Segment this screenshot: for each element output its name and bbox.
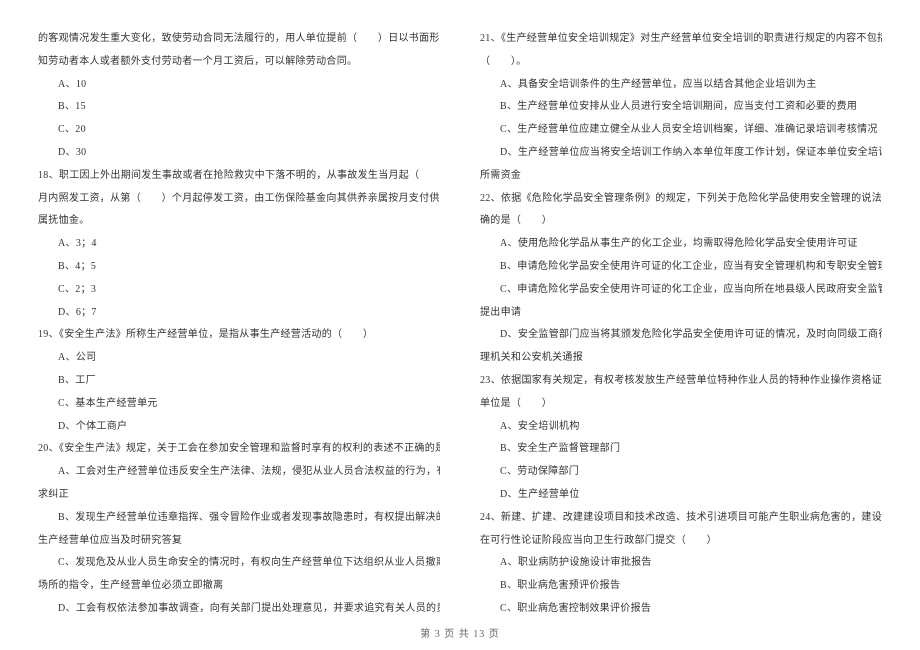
text-line: B、发现生产经营单位违章指挥、强令冒险作业或者发现事故隐患时，有权提出解决的建议… — [38, 507, 440, 530]
text-line: C、发现危及从业人员生命安全的情况时，有权向生产经营单位下达组织从业人员撤离危险 — [38, 552, 440, 575]
text-line: D、生产经营单位 — [480, 484, 882, 507]
text-line: 24、新建、扩建、改建建设项目和技术改造、技术引进项目可能产生职业病危害的，建设… — [480, 507, 882, 530]
text-line: 所需资金 — [480, 165, 882, 188]
text-line: 知劳动者本人或者额外支付劳动者一个月工资后，可以解除劳动合同。 — [38, 51, 440, 74]
text-line: 确的是（ ） — [480, 210, 882, 233]
text-line: B、安全生产监督管理部门 — [480, 438, 882, 461]
page-footer: 第 3 页 共 13 页 — [0, 625, 920, 640]
text-line: C、申请危险化学品安全使用许可证的化工企业，应当向所在地县级人民政府安全监管部门 — [480, 279, 882, 302]
text-line: B、职业病危害预评价报告 — [480, 575, 882, 598]
text-line: A、使用危险化学品从事生产的化工企业，均需取得危险化学品安全使用许可证 — [480, 233, 882, 256]
text-line: （ ）。 — [480, 51, 882, 74]
text-line: C、20 — [38, 119, 440, 142]
text-line: 单位是（ ） — [480, 393, 882, 416]
right-column: 21、《生产经营单位安全培训规定》对生产经营单位安全培训的职责进行规定的内容不包… — [460, 28, 882, 632]
text-line: 22、依据《危险化学品安全管理条例》的规定，下列关于危险化学品使用安全管理的说法… — [480, 188, 882, 211]
text-line: 21、《生产经营单位安全培训规定》对生产经营单位安全培训的职责进行规定的内容不包… — [480, 28, 882, 51]
text-line: D、工会有权依法参加事故调查，向有关部门提出处理意见，并要求追究有关人员的责任 — [38, 598, 440, 621]
text-line: C、劳动保障部门 — [480, 461, 882, 484]
text-line: D、个体工商户 — [38, 416, 440, 439]
text-line: 在可行性论证阶段应当向卫生行政部门提交（ ） — [480, 530, 882, 553]
text-line: D、6；7 — [38, 302, 440, 325]
text-line: B、15 — [38, 96, 440, 119]
text-line: B、申请危险化学品安全使用许可证的化工企业，应当有安全管理机构和专职安全管理人员 — [480, 256, 882, 279]
text-line: 月内照发工资，从第（ ）个月起停发工资，由工伤保险基金向其供养亲属按月支付供养亲 — [38, 188, 440, 211]
text-line: C、2；3 — [38, 279, 440, 302]
text-line: A、职业病防护设施设计审批报告 — [480, 552, 882, 575]
text-line: 场所的指令，生产经营单位必须立即撤离 — [38, 575, 440, 598]
text-line: D、30 — [38, 142, 440, 165]
text-line: 提出申请 — [480, 302, 882, 325]
text-line: A、工会对生产经营单位违反安全生产法律、法规，侵犯从业人员合法权益的行为，有权要 — [38, 461, 440, 484]
text-line: 生产经营单位应当及时研究答复 — [38, 530, 440, 553]
text-line: C、生产经营单位应建立健全从业人员安全培训档案，详细、准确记录培训考核情况 — [480, 119, 882, 142]
text-line: C、职业病危害控制效果评价报告 — [480, 598, 882, 621]
text-line: A、安全培训机构 — [480, 416, 882, 439]
text-line: B、4；5 — [38, 256, 440, 279]
text-line: A、具备安全培训条件的生产经营单位，应当以结合其他企业培训为主 — [480, 74, 882, 97]
left-column: 的客观情况发生重大变化，致使劳动合同无法履行的，用人单位提前（ ）日以书面形式通… — [38, 28, 460, 632]
text-line: A、10 — [38, 74, 440, 97]
text-line: C、基本生产经营单元 — [38, 393, 440, 416]
text-line: B、生产经营单位安排从业人员进行安全培训期间，应当支付工资和必要的费用 — [480, 96, 882, 119]
text-line: B、工厂 — [38, 370, 440, 393]
text-line: 20、《安全生产法》规定，关于工会在参加安全管理和监督时享有的权利的表述不正确的… — [38, 438, 440, 461]
text-line: 理机关和公安机关通报 — [480, 347, 882, 370]
text-line: A、公司 — [38, 347, 440, 370]
text-line: D、安全监管部门应当将其颁发危险化学品安全使用许可证的情况，及时向同级工商行政管 — [480, 324, 882, 347]
text-line: D、生产经营单位应当将安全培训工作纳入本单位年度工作计划，保证本单位安全培训工作 — [480, 142, 882, 165]
text-line: 求纠正 — [38, 484, 440, 507]
text-line: A、3；4 — [38, 233, 440, 256]
text-line: 23、依据国家有关规定，有权考核发放生产经营单位特种作业人员的特种作业操作资格证… — [480, 370, 882, 393]
text-line: 的客观情况发生重大变化，致使劳动合同无法履行的，用人单位提前（ ）日以书面形式通 — [38, 28, 440, 51]
text-line: 18、职工因上外出期间发生事故或者在抢险救灾中下落不明的，从事故发生当月起（ ）… — [38, 165, 440, 188]
text-line: 属抚恤金。 — [38, 210, 440, 233]
text-line: 19、《安全生产法》所称生产经营单位，是指从事生产经营活动的（ ） — [38, 324, 440, 347]
